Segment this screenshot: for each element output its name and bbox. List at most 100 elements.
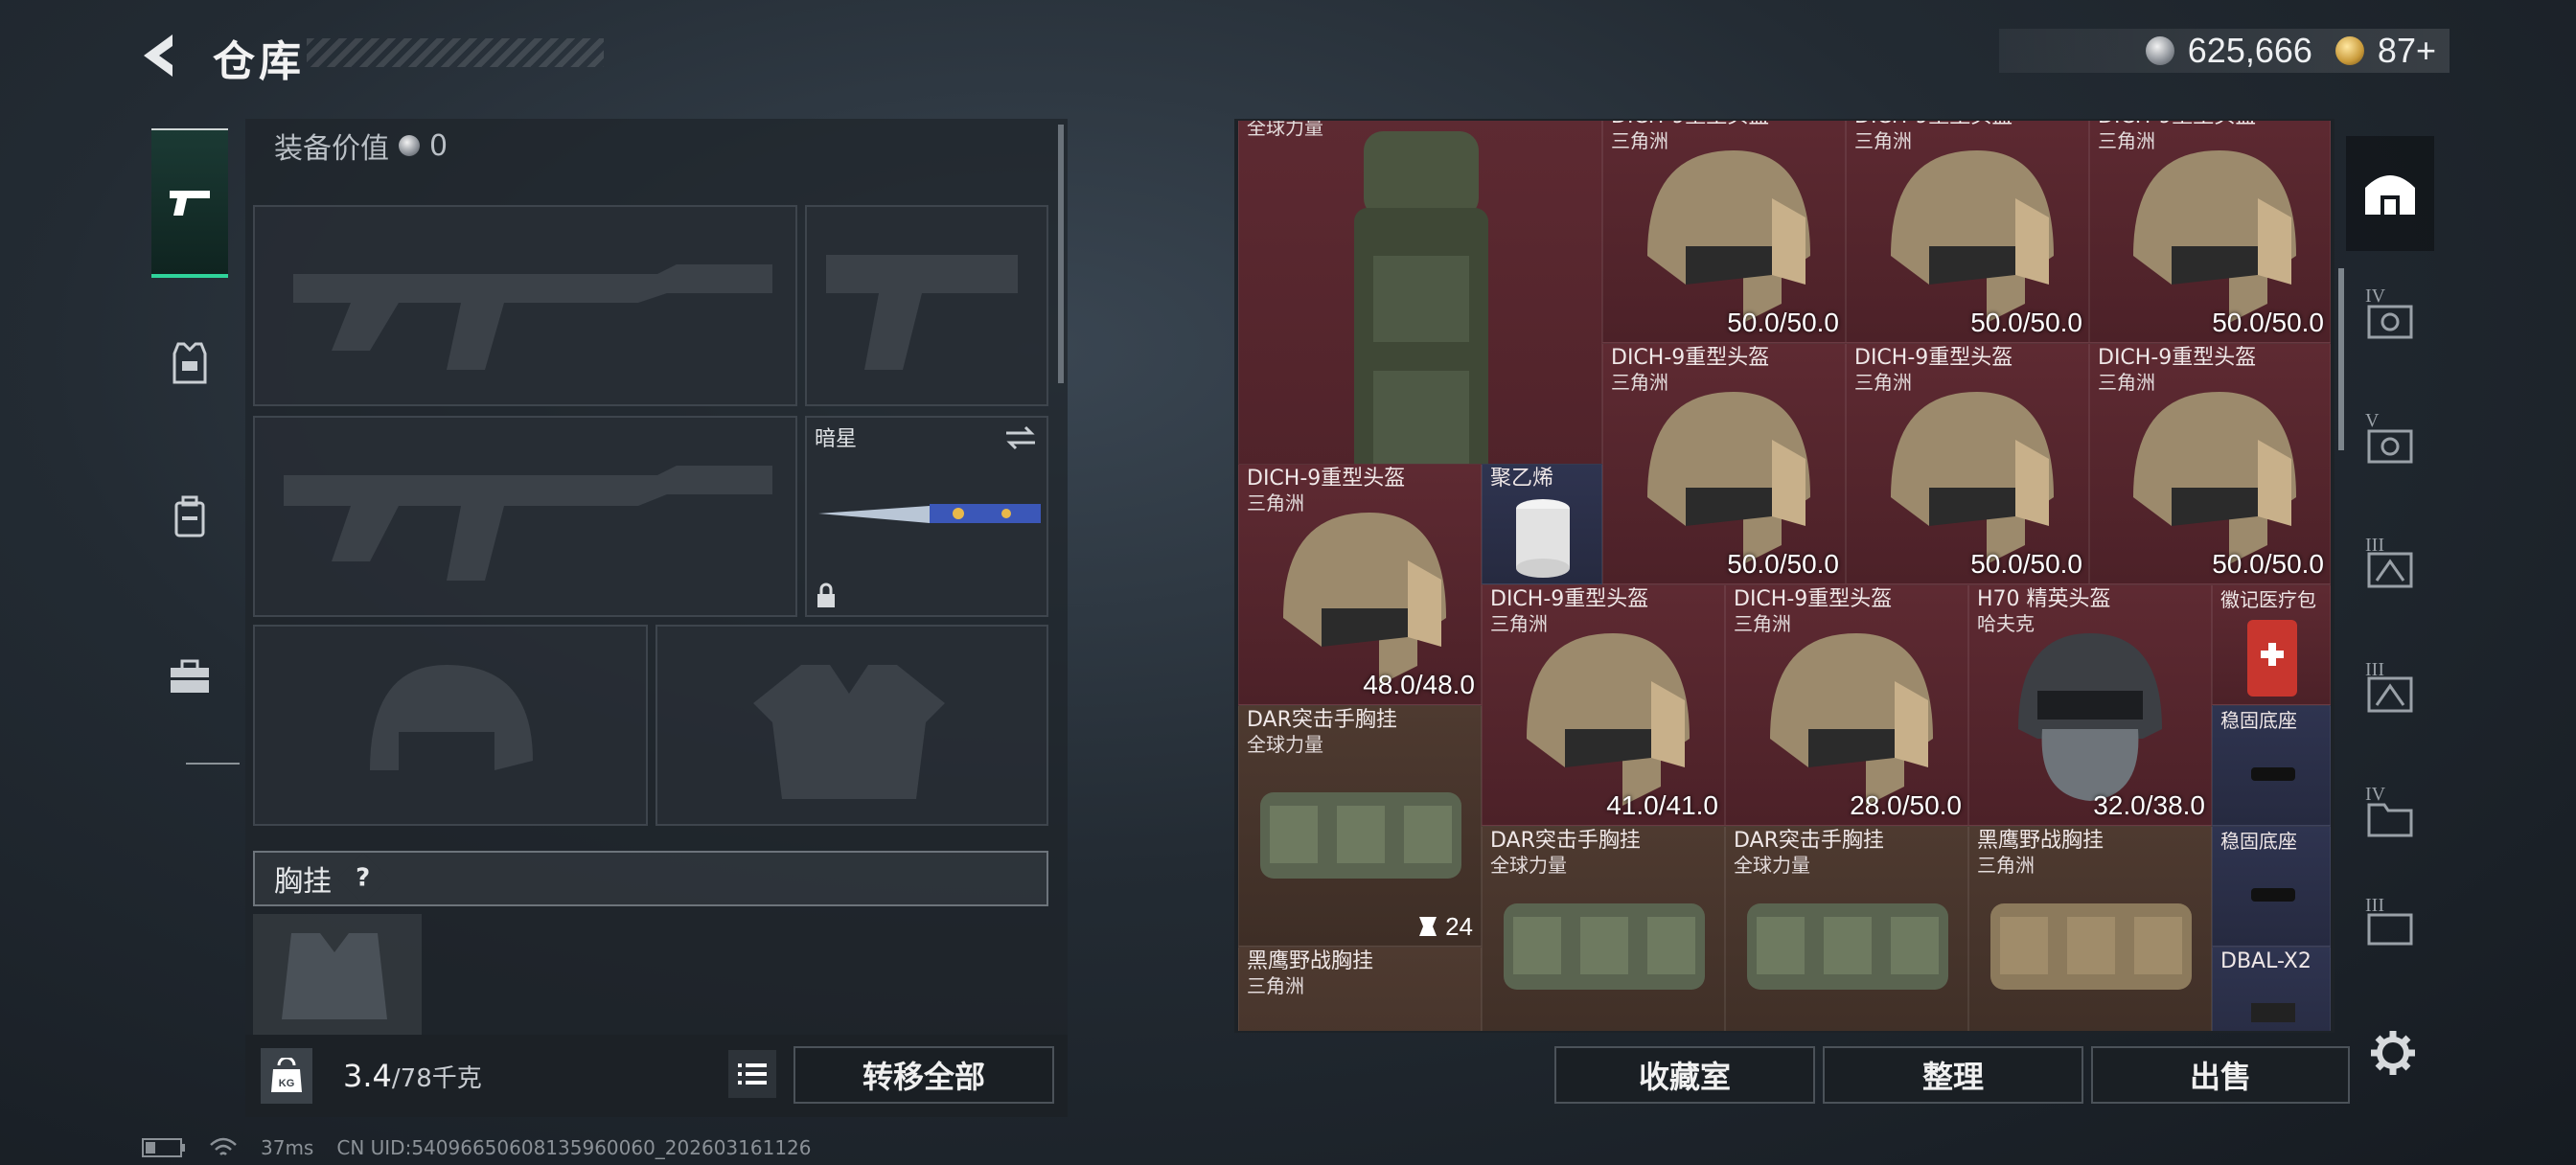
warehouse-item-dar-rig[interactable]: DAR突击手胸挂 全球力量 <box>1725 826 1968 1031</box>
warehouse-item-dar-rig[interactable]: DAR突击手胸挂 全球力量 <box>1482 826 1725 1031</box>
rail-tab-case-iii-a[interactable]: III <box>2346 512 2434 627</box>
warehouse-item-helmet[interactable]: DICH-9重型头盔 三角洲 50.0/50.0 <box>2089 343 2331 584</box>
rail-tab-case-iii-c[interactable]: III <box>2346 885 2434 971</box>
warehouse-item-helmet[interactable]: DICH-9重型头盔 三角洲 48.0/48.0 <box>1238 464 1482 705</box>
item-durability: 50.0/50.0 <box>1970 308 2082 337</box>
melee-slot[interactable]: 暗星 <box>805 416 1048 617</box>
silver-coin-icon <box>399 135 420 156</box>
helmet-item-icon <box>1770 633 1933 806</box>
secondary-weapon-slot[interactable] <box>253 416 797 617</box>
transfer-all-button[interactable]: 转移全部 <box>794 1046 1054 1104</box>
pistol-silhouette-icon <box>826 255 1018 370</box>
helmet-item-icon <box>1527 633 1690 806</box>
helmet-item-icon <box>2133 150 2296 323</box>
item-name: DICH-9重型头盔 <box>1247 467 1406 491</box>
toolbox-icon <box>171 659 209 693</box>
rifle-silhouette-icon <box>293 264 772 370</box>
body-armor-slot[interactable] <box>656 625 1048 826</box>
rig-item-icon <box>1990 903 2192 990</box>
warehouse-item-helmet[interactable]: DICH-9重型头盔 三角洲 50.0/50.0 <box>1602 343 1846 584</box>
warehouse-item-stable-mount[interactable]: 稳固底座 <box>2212 826 2331 947</box>
warehouse-item-helmet[interactable]: DICH-9重型头盔 三角洲 50.0/50.0 <box>1846 121 2089 343</box>
h70-helmet-item-icon <box>2018 633 2162 801</box>
item-name: DICH-9重型头盔 <box>1854 121 2012 129</box>
item-durability: 50.0/50.0 <box>2212 549 2324 579</box>
item-durability: 32.0/38.0 <box>2093 790 2205 820</box>
item-name: DAR突击手胸挂 <box>1490 829 1641 853</box>
warehouse-item-dar-rig[interactable]: DAR突击手胸挂 全球力量 24 <box>1238 705 1482 947</box>
organize-button[interactable]: 整理 <box>1823 1046 2083 1104</box>
warehouse-scrollbar[interactable] <box>2338 268 2344 450</box>
rail-tab-tools[interactable] <box>151 605 228 749</box>
helmet-item-icon <box>1891 392 2054 564</box>
loadout-category-rail <box>140 117 240 768</box>
help-icon[interactable]: ? <box>337 853 389 904</box>
warehouse-item-helmet[interactable]: DICH-9重型头盔 三角洲 50.0/50.0 <box>1846 343 2089 584</box>
item-name: 稳固底座 <box>2220 709 2297 732</box>
rail-tab-case-iii-b[interactable]: III <box>2346 636 2434 751</box>
item-name: 黑鹰野战胸挂 <box>1247 949 1374 973</box>
warehouse-item-stable-mount[interactable]: 稳固底座 <box>2212 705 2331 826</box>
warehouse-item-polyethylene[interactable]: 聚乙烯 <box>1482 464 1602 584</box>
warehouse-item-medkit[interactable]: 徽记医疗包 <box>2212 584 2331 705</box>
helmet-item-icon <box>1891 150 2054 323</box>
mount-item-icon <box>2251 767 2295 781</box>
warehouse-item-dbal[interactable]: DBAL-X2 <box>2212 947 2331 1031</box>
wifi-icon <box>210 1137 237 1155</box>
helmet-item-icon <box>1283 513 1446 685</box>
rail-divider <box>186 763 240 765</box>
item-name: H70 精英头盔 <box>1977 587 2111 611</box>
svg-text:KG: KG <box>279 1078 295 1089</box>
chest-rig-slot[interactable] <box>253 914 422 1035</box>
item-durability: 28.0/50.0 <box>1850 790 1962 820</box>
rail-tab-safe-v[interactable]: V <box>2346 387 2434 502</box>
rail-tab-weapons[interactable] <box>151 128 228 278</box>
laser-module-icon <box>2251 1003 2295 1022</box>
item-name: DICH-9重型头盔 <box>2098 346 2257 370</box>
settings-icon[interactable] <box>2369 1029 2417 1077</box>
collection-room-button[interactable]: 收藏室 <box>1554 1046 1815 1104</box>
helmet-slot[interactable] <box>253 625 648 826</box>
weight-icon: KG <box>261 1048 312 1104</box>
sidearm-slot[interactable] <box>805 205 1048 406</box>
warehouse-item-helmet[interactable]: DICH-9重型头盔 三角洲 28.0/50.0 <box>1725 584 1968 826</box>
uid-text: CN UID:54096650608135960060_202603161126 <box>336 1136 812 1159</box>
rig-item-icon <box>1260 792 1461 879</box>
rail-tab-backpack[interactable] <box>151 445 228 588</box>
helmet-item-icon <box>2133 392 2296 564</box>
ping-text: 37ms <box>261 1136 314 1159</box>
item-count: 24 <box>1445 912 1473 941</box>
back-arrow-icon[interactable] <box>134 29 188 82</box>
sell-button[interactable]: 出售 <box>2091 1046 2350 1104</box>
medkit-item-icon <box>2247 620 2297 697</box>
item-name: 稳固底座 <box>2220 830 2297 853</box>
carry-weight: 3.4/78千克 <box>343 1058 482 1094</box>
equipment-value-amount: 0 <box>429 128 448 163</box>
warehouse-item-helmet[interactable]: DICH-9重型头盔 三角洲 50.0/50.0 <box>1602 121 1846 343</box>
item-name: 徽记医疗包 <box>2220 588 2316 611</box>
item-faction: 全球力量 <box>1490 854 1567 877</box>
warehouse-item-blackhawk-rig[interactable]: 黑鹰野战胸挂 三角洲 <box>1968 826 2212 1031</box>
warehouse-item-helmet[interactable]: DICH-9重型头盔 三角洲 50.0/50.0 <box>2089 121 2331 343</box>
equipment-scrollbar[interactable] <box>1058 125 1064 383</box>
helmet-silhouette-icon <box>370 665 533 770</box>
warehouse-item-blackhawk-rig[interactable]: 黑鹰野战胸挂 三角洲 <box>1238 947 1482 1031</box>
page-title: 仓库 <box>213 37 305 86</box>
knife-icon <box>818 504 1041 523</box>
rifle-silhouette-icon <box>284 466 772 581</box>
mount-item-icon <box>2251 888 2295 902</box>
rail-tab-case-iv[interactable]: IV <box>2346 761 2434 876</box>
rail-tab-warehouse[interactable] <box>2346 136 2434 251</box>
status-bar: 37ms CN UID:54096650608135960060_2026031… <box>142 1136 812 1159</box>
warehouse-item-helmet[interactable]: DICH-9重型头盔 三角洲 41.0/41.0 <box>1482 584 1725 826</box>
item-durability: 50.0/50.0 <box>1727 308 1839 337</box>
swap-icon[interactable] <box>1004 425 1037 450</box>
rail-tab-armor[interactable] <box>151 291 228 435</box>
item-durability: 48.0/48.0 <box>1363 670 1475 699</box>
warehouse-item-h70-helmet[interactable]: H70 精英头盔 哈夫克 32.0/38.0 <box>1968 584 2212 826</box>
rail-tab-safe-iv[interactable]: IV <box>2346 263 2434 377</box>
primary-weapon-slot[interactable] <box>253 205 797 406</box>
battery-icon <box>142 1138 185 1157</box>
list-view-button[interactable] <box>728 1050 776 1098</box>
gold-amount[interactable]: 87+ <box>2378 31 2436 71</box>
